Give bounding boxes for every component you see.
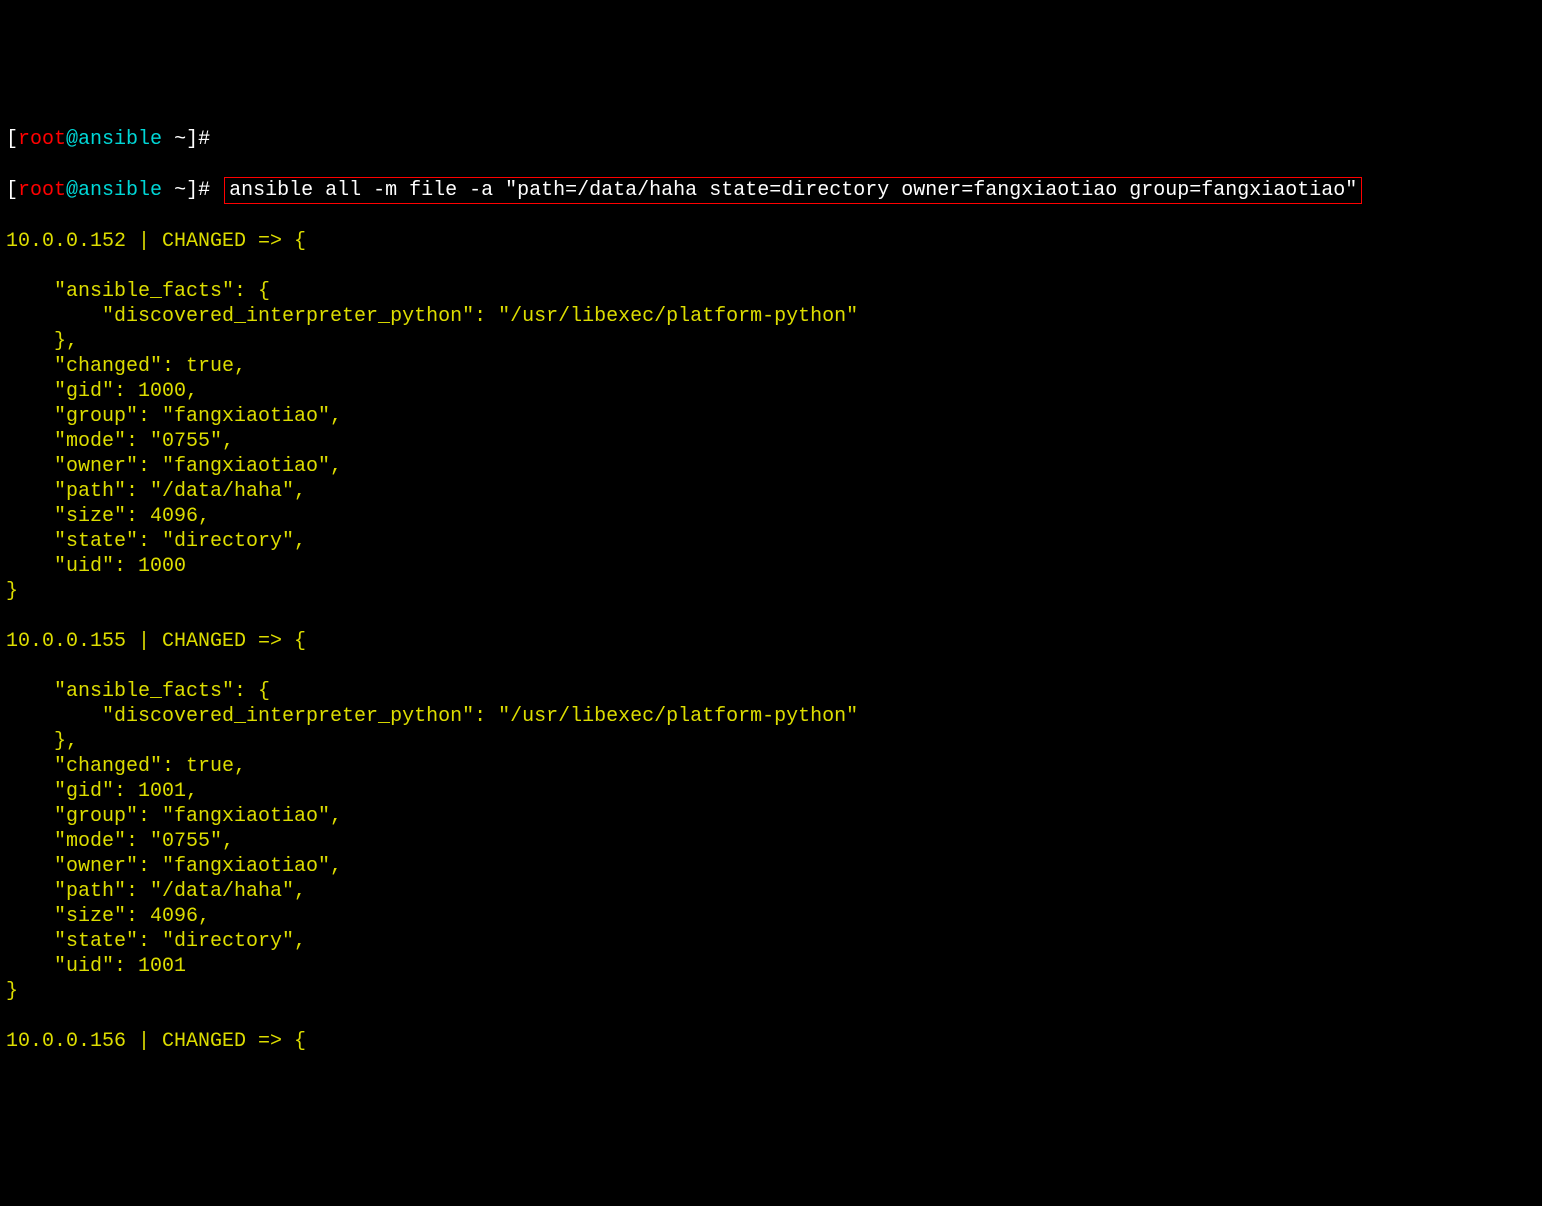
prompt-hash: # <box>198 128 222 151</box>
prompt-line-1: [root@ansible ~]# <box>6 127 1536 152</box>
prompt-host: ansible <box>78 128 162 151</box>
output-host1-body: "ansible_facts": { "discovered_interpret… <box>6 279 1536 604</box>
prompt-at: @ <box>66 128 78 151</box>
terminal-window[interactable]: [root@ansible ~]# [root@ansible ~]# ansi… <box>0 100 1542 1081</box>
output-host2-body: "ansible_facts": { "discovered_interpret… <box>6 679 1536 1004</box>
command-input[interactable]: ansible all -m file -a "path=/data/haha … <box>224 177 1362 204</box>
prompt-hash: # <box>198 179 222 202</box>
prompt-at: @ <box>66 179 78 202</box>
prompt-line-2: [root@ansible ~]# ansible all -m file -a… <box>6 177 1536 204</box>
bracket-open: [ <box>6 179 18 202</box>
prompt-host: ansible <box>78 179 162 202</box>
bracket-open: [ <box>6 128 18 151</box>
output-host3-header: 10.0.0.156 | CHANGED => { <box>6 1029 1536 1054</box>
prompt-path: ~ <box>162 179 186 202</box>
bracket-close: ] <box>186 179 198 202</box>
prompt-user: root <box>18 179 66 202</box>
bracket-close: ] <box>186 128 198 151</box>
prompt-user: root <box>18 128 66 151</box>
prompt-path: ~ <box>162 128 186 151</box>
output-host1-header: 10.0.0.152 | CHANGED => { <box>6 229 1536 254</box>
output-host2-header: 10.0.0.155 | CHANGED => { <box>6 629 1536 654</box>
